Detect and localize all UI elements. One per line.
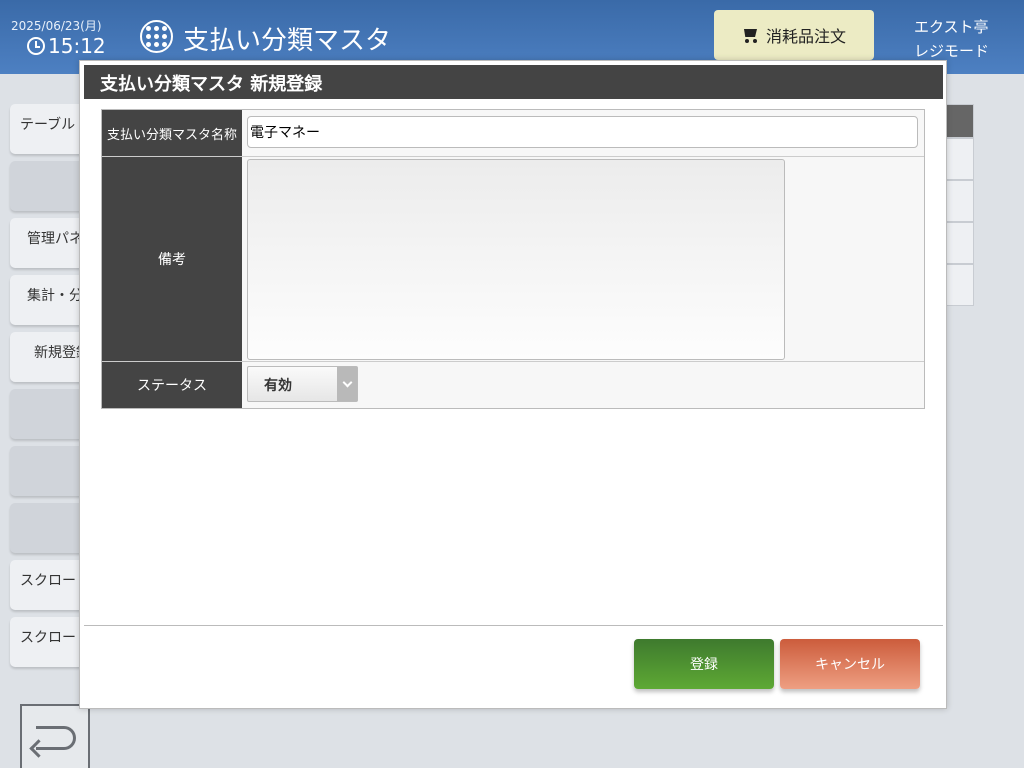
dialog-title: 支払い分類マスタ 新規登録 <box>84 65 943 99</box>
back-arrow-icon <box>36 726 76 750</box>
status-row: ステータス 有効 <box>102 362 924 408</box>
memo-label: 備考 <box>102 157 242 361</box>
side-menu-item[interactable] <box>10 503 84 553</box>
side-menu-item[interactable]: スクロー <box>10 560 84 610</box>
chevron-down-icon <box>342 377 352 387</box>
side-menu-item[interactable] <box>10 161 84 211</box>
side-menu-item[interactable] <box>10 389 84 439</box>
current-time: 15:12 <box>48 34 106 58</box>
select-arrow[interactable] <box>337 367 357 401</box>
status-select[interactable]: 有効 <box>247 366 358 402</box>
clock-icon <box>27 37 45 55</box>
cart-icon <box>742 27 760 43</box>
register-form: 支払い分類マスタ名称 備考 ステータス 有効 <box>101 109 925 409</box>
shop-name: エクスト亭 <box>914 18 989 36</box>
order-supplies-label: 消耗品注文 <box>765 27 846 46</box>
side-menu-item[interactable]: スクロー <box>10 617 84 667</box>
name-input[interactable] <box>247 116 918 148</box>
status-field-cell: 有効 <box>242 362 924 408</box>
side-menu-item[interactable]: 集計・分 <box>10 275 84 325</box>
side-menu-item[interactable] <box>10 446 84 496</box>
cancel-button[interactable]: キャンセル <box>780 639 920 689</box>
memo-field-cell <box>242 157 924 361</box>
name-row: 支払い分類マスタ名称 <box>102 110 924 157</box>
menu-grid-icon[interactable] <box>140 20 173 53</box>
memo-row: 備考 <box>102 157 924 362</box>
side-menu-item[interactable]: テーブル <box>10 104 84 154</box>
mode-name: レジモード <box>914 42 990 60</box>
register-dialog: 支払い分類マスタ 新規登録 支払い分類マスタ名称 備考 ステータス 有効 <box>79 60 947 709</box>
order-supplies-button[interactable]: 消耗品注文 <box>714 10 874 60</box>
page-title: 支払い分類マスタ <box>183 26 392 56</box>
name-label: 支払い分類マスタ名称 <box>102 110 242 156</box>
register-button[interactable]: 登録 <box>634 639 774 689</box>
name-field-cell <box>242 110 924 156</box>
back-button[interactable] <box>20 704 90 768</box>
memo-textarea[interactable] <box>247 159 785 360</box>
side-menu-item[interactable]: 管理パネ <box>10 218 84 268</box>
side-menu-item[interactable]: 新規登録 <box>10 332 84 382</box>
status-label: ステータス <box>102 362 242 408</box>
status-value: 有効 <box>264 378 292 394</box>
current-date: 2025/06/23(月) <box>11 19 102 33</box>
dialog-divider <box>84 625 943 626</box>
